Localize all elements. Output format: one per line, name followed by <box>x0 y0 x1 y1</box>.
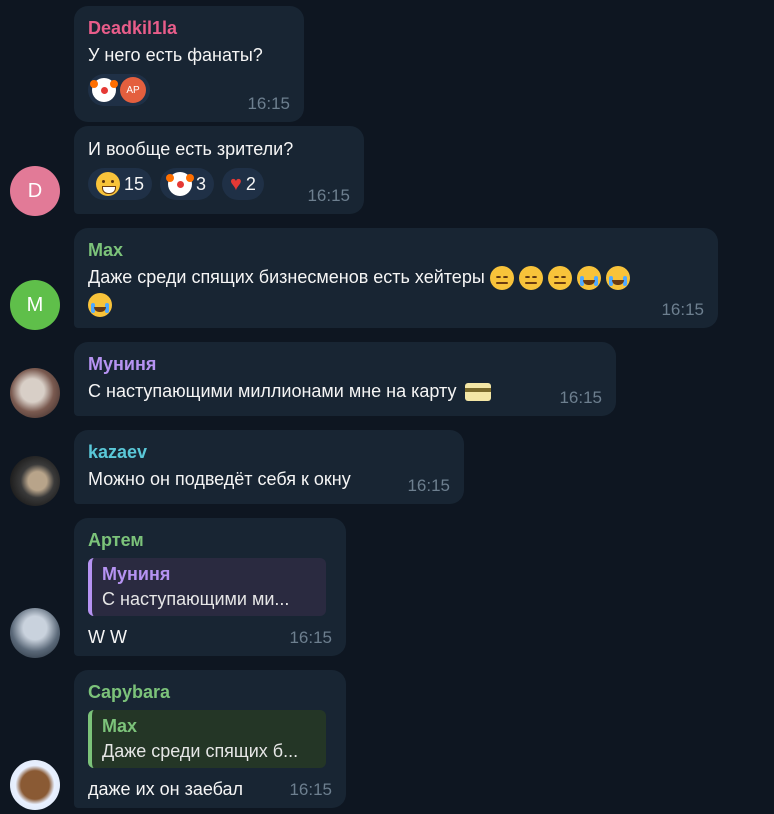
message-author[interactable]: kazaev <box>88 440 450 464</box>
avatar-image[interactable] <box>10 368 60 418</box>
message-text: Даже среди спящих бизнесменов есть хейте… <box>88 264 688 317</box>
message-time: 16:15 <box>247 94 290 113</box>
reply-text: Даже среди спящих б... <box>102 741 299 761</box>
message-bubble[interactable]: Артем Муниня С наступающими ми... W W 16… <box>74 518 346 656</box>
message-author[interactable]: Deadkil1la <box>88 16 290 40</box>
message-time: 16:15 <box>289 780 332 799</box>
pensive-face-icon <box>547 266 572 291</box>
avatar-image[interactable] <box>10 760 60 810</box>
message-author[interactable]: Муниня <box>88 352 602 376</box>
message-bubble[interactable]: Deadkil1la У него есть фанаты? AP 16:15 <box>74 6 304 122</box>
reaction-clown[interactable]: 3 <box>160 168 215 200</box>
message-text: Можно он подведёт себя к окну <box>88 469 351 489</box>
clown-icon <box>166 172 195 196</box>
avatar-image[interactable] <box>10 608 60 658</box>
reply-quote[interactable]: Max Даже среди спящих б... <box>88 710 326 768</box>
reaction-count: 15 <box>124 173 145 194</box>
avatar-image[interactable] <box>10 456 60 506</box>
message-bubble[interactable]: Max Даже среди спящих бизнесменов есть х… <box>74 228 718 328</box>
avatar[interactable]: M <box>10 280 60 330</box>
crying-face-icon <box>576 266 601 291</box>
message-bubble[interactable]: Capybara Max Даже среди спящих б... даже… <box>74 670 346 808</box>
reply-author: Max <box>102 716 138 736</box>
message-bubble[interactable]: kazaev Можно он подведёт себя к окну 16:… <box>74 430 464 504</box>
message-text: У него есть фанаты? <box>88 45 263 65</box>
reaction-heart[interactable]: ♥ 2 <box>222 168 264 200</box>
message-time: 16:15 <box>289 628 332 647</box>
grin-icon <box>96 172 120 196</box>
pensive-face-icon <box>518 266 543 291</box>
pensive-face-icon <box>489 266 514 291</box>
reaction-count: 3 <box>196 173 207 194</box>
message-author[interactable]: Max <box>88 238 704 262</box>
message-time: 16:15 <box>407 476 450 495</box>
message-text: С наступающими миллионами мне на карту <box>88 378 602 404</box>
heart-icon: ♥ <box>230 172 242 195</box>
avatar-letter: M <box>26 293 44 316</box>
reaction-clown[interactable]: AP <box>88 74 150 106</box>
message-text-body: С наступающими миллионами мне на карту <box>88 381 457 401</box>
avatar-letter: D <box>27 179 43 202</box>
message-bubble[interactable]: Муниня С наступающими миллионами мне на … <box>74 342 616 416</box>
avatar[interactable]: D <box>10 166 60 216</box>
message-bubble[interactable]: И вообще есть зрители? 15 3 ♥ 2 16:15 <box>74 126 364 214</box>
reply-author: Муниня <box>102 564 171 584</box>
message-time: 16:15 <box>307 186 350 205</box>
message-time: 16:15 <box>559 388 602 407</box>
crying-face-icon <box>88 292 112 317</box>
reply-quote[interactable]: Муниня С наступающими ми... <box>88 558 326 616</box>
message-text: И вообще есть зрители? <box>88 139 294 159</box>
credit-card-icon <box>465 383 492 402</box>
reaction-count: 2 <box>245 173 256 194</box>
message-author[interactable]: Артем <box>88 528 332 552</box>
reaction-grin[interactable]: 15 <box>88 168 153 200</box>
message-time: 16:15 <box>661 300 704 319</box>
reply-text: С наступающими ми... <box>102 589 290 609</box>
message-text-body: Даже среди спящих бизнесменов есть хейте… <box>88 267 485 287</box>
crying-face-icon <box>605 266 630 291</box>
message-author[interactable]: Capybara <box>88 680 332 704</box>
reactor-avatar: AP <box>120 77 146 103</box>
clown-icon <box>90 78 118 102</box>
